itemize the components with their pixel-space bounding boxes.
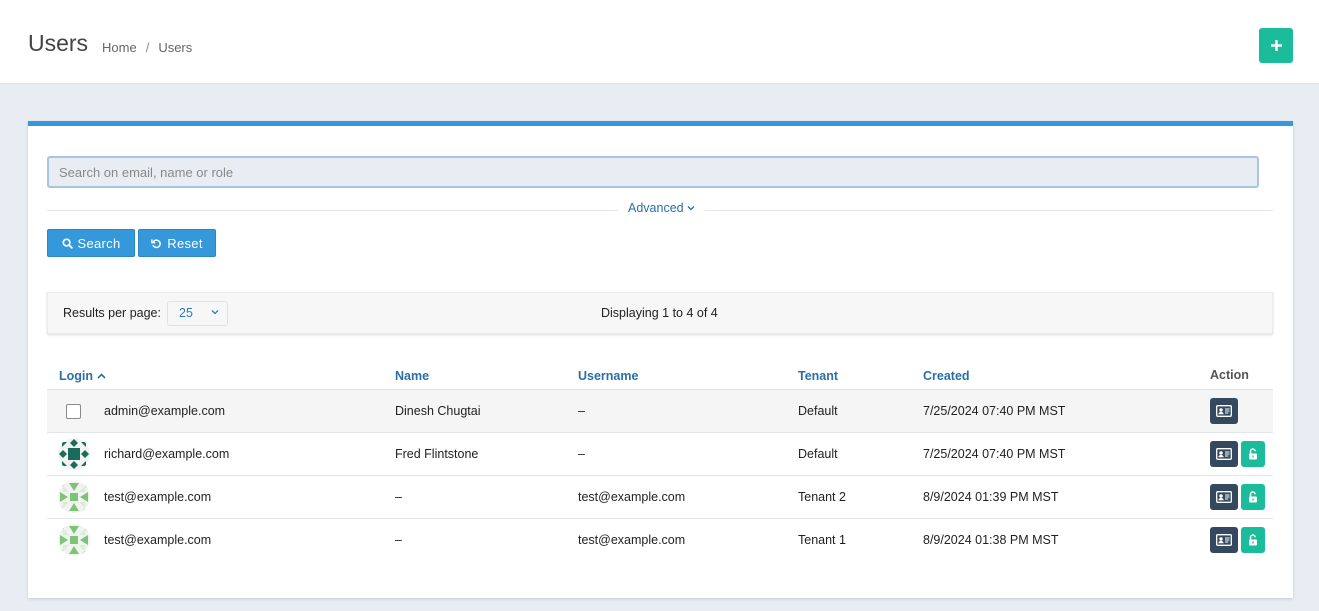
column-header-action: Action: [1210, 368, 1249, 382]
unlock-icon: [1249, 534, 1257, 546]
cell-tenant: Tenant 2: [798, 490, 846, 504]
table-row[interactable]: richard@example.com Fred Flintstone – De…: [47, 433, 1273, 476]
advanced-toggle[interactable]: Advanced: [618, 201, 705, 215]
advanced-label: Advanced: [628, 201, 684, 215]
search-icon: [61, 237, 73, 249]
cell-tenant: Default: [798, 404, 838, 418]
table-row[interactable]: admin@example.com Dinesh Chugtai – Defau…: [47, 390, 1273, 433]
results-per-page-value: 25: [179, 306, 193, 320]
row-select-checkbox[interactable]: [66, 404, 81, 419]
cell-login: richard@example.com: [104, 447, 230, 461]
column-header-login[interactable]: Login: [59, 369, 106, 383]
results-per-page-select[interactable]: 25: [167, 301, 228, 326]
cell-created: 8/9/2024 01:38 PM MST: [923, 533, 1059, 547]
cell-name: Dinesh Chugtai: [395, 404, 481, 418]
column-header-login-label: Login: [59, 369, 94, 383]
users-card: Advanced Search Reset Results per page: …: [28, 121, 1293, 598]
search-button-label: Search: [77, 235, 121, 251]
unlock-user-button[interactable]: [1241, 441, 1265, 467]
column-header-tenant[interactable]: Tenant: [798, 369, 838, 383]
reset-button[interactable]: Reset: [138, 229, 216, 257]
chevron-down-icon: [211, 310, 219, 315]
cell-name: Fred Flintstone: [395, 447, 479, 461]
breadcrumb-current: Users: [158, 40, 193, 55]
cell-tenant: Tenant 1: [798, 533, 846, 547]
cell-name: –: [395, 490, 402, 504]
chevron-down-icon: [687, 206, 695, 211]
breadcrumb-home[interactable]: Home: [102, 40, 137, 55]
id-card-icon: [1216, 491, 1232, 503]
cell-login: admin@example.com: [104, 404, 226, 418]
table-row[interactable]: test@example.com – test@example.com Tena…: [47, 519, 1273, 562]
cell-username: test@example.com: [578, 533, 686, 547]
cell-name: –: [395, 533, 402, 547]
cell-username: –: [578, 404, 585, 418]
cell-username: test@example.com: [578, 490, 686, 504]
sort-ascending-icon: [97, 373, 106, 379]
unlock-user-button[interactable]: [1241, 527, 1265, 553]
user-avatar: [58, 481, 90, 513]
results-bar: Results per page: 25 Displaying 1 to 4 o…: [47, 292, 1273, 334]
user-avatar: [58, 438, 90, 470]
view-profile-button[interactable]: [1210, 527, 1238, 553]
cell-username: –: [578, 447, 585, 461]
view-profile-button[interactable]: [1210, 441, 1238, 467]
id-card-icon: [1216, 405, 1232, 417]
view-profile-button[interactable]: [1210, 398, 1238, 424]
column-header-created[interactable]: Created: [923, 369, 970, 383]
reset-button-label: Reset: [167, 235, 203, 251]
id-card-icon: [1216, 534, 1232, 546]
undo-icon: [151, 238, 162, 248]
cell-login: test@example.com: [104, 490, 212, 504]
cell-login: test@example.com: [104, 533, 212, 547]
cell-created: 7/25/2024 07:40 PM MST: [923, 447, 1066, 461]
column-header-username[interactable]: Username: [578, 369, 638, 383]
search-button[interactable]: Search: [47, 229, 135, 257]
cell-tenant: Default: [798, 447, 838, 461]
id-card-icon: [1216, 448, 1232, 460]
table-row[interactable]: test@example.com – test@example.com Tena…: [47, 476, 1273, 519]
search-input[interactable]: [47, 156, 1259, 188]
results-per-page-label: Results per page:: [63, 306, 161, 320]
page-header: Users Home / Users: [0, 0, 1319, 84]
add-user-button[interactable]: [1259, 28, 1293, 63]
unlock-icon: [1249, 448, 1257, 460]
unlock-icon: [1249, 491, 1257, 503]
breadcrumb-separator: /: [145, 40, 150, 55]
unlock-user-button[interactable]: [1241, 484, 1265, 510]
cell-created: 7/25/2024 07:40 PM MST: [923, 404, 1066, 418]
cell-created: 8/9/2024 01:39 PM MST: [923, 490, 1059, 504]
displaying-count: Displaying 1 to 4 of 4: [601, 306, 718, 320]
breadcrumb: Home / Users: [102, 40, 192, 55]
column-header-name[interactable]: Name: [395, 369, 429, 383]
view-profile-button[interactable]: [1210, 484, 1238, 510]
user-avatar: [58, 524, 90, 556]
plus-icon: [1270, 40, 1282, 51]
page-title: Users: [28, 30, 89, 56]
